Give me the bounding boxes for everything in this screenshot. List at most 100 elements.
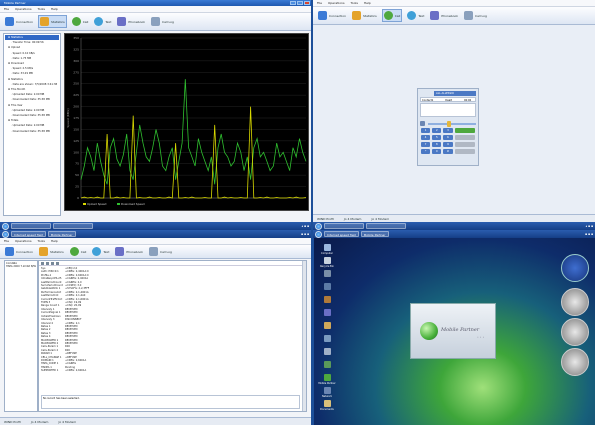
text-button[interactable]: Text — [93, 16, 112, 27]
tree-leaf[interactable]: · Downloaded Data: 35.58 MB — [5, 129, 59, 134]
start-button[interactable] — [315, 222, 322, 230]
menu-file[interactable]: File — [4, 6, 9, 12]
taskbar-mobile-partner[interactable]: Mobile Partner — [360, 231, 389, 237]
dial-key-star[interactable]: * — [421, 149, 431, 154]
call-log-button[interactable]: Call Log — [463, 10, 488, 21]
desktop-icon[interactable] — [314, 296, 340, 304]
desktop-icon[interactable] — [314, 270, 340, 278]
dial-key-2[interactable]: 2 — [432, 128, 442, 133]
statistics-button[interactable]: Statistics — [37, 15, 67, 28]
desktop-icon[interactable] — [314, 309, 340, 317]
statistics-button[interactable]: Statistics — [351, 10, 378, 21]
dial-key-7[interactable]: 7 — [421, 142, 431, 147]
desktop-icon[interactable] — [314, 283, 340, 291]
desktop-icon[interactable]: Documents — [314, 400, 340, 411]
connection-button[interactable]: Connection — [4, 246, 34, 257]
maximize-button[interactable] — [297, 1, 303, 5]
start-button[interactable] — [2, 230, 9, 238]
call-log-label: Call Log — [162, 19, 174, 24]
dial-key-8[interactable]: 8 — [432, 142, 442, 147]
call-list-row[interactable]: Contact1 Dealt 00:00 — [420, 97, 476, 102]
taskbar-button[interactable] — [324, 223, 364, 229]
tool-icon[interactable] — [51, 261, 54, 265]
tool-icon[interactable] — [56, 261, 59, 265]
phonebook-button[interactable]: Phonebook — [116, 16, 146, 27]
volume-slider[interactable] — [428, 120, 476, 127]
taskbar-speed-test[interactable]: Internet speed Test — [11, 231, 46, 237]
call-list-body — [420, 103, 476, 117]
connection-button[interactable]: Connection — [4, 16, 34, 27]
system-tray: ◂ ▪ ▪ — [301, 224, 309, 228]
memory-meter-gadget[interactable] — [561, 318, 589, 346]
device-list-item[interactable]: HSPA 2000 7.2mbit B/W/2014 — [6, 265, 36, 268]
dial-key-5[interactable]: 5 — [432, 135, 442, 140]
message-icon — [94, 17, 104, 26]
menu-operations[interactable]: Operations — [328, 0, 345, 6]
menu-help[interactable]: Help — [51, 238, 58, 244]
cpu-meter-gadget[interactable] — [561, 288, 589, 316]
menu-tools[interactable]: Tools — [38, 6, 45, 12]
start-button[interactable] — [315, 230, 322, 238]
dial-key-hash[interactable]: # — [443, 149, 453, 154]
dial-key-3[interactable]: 3 — [443, 128, 453, 133]
call-button[interactable]: Call — [69, 246, 88, 257]
taskbar-speed-test[interactable]: Internet speed Test — [324, 231, 359, 237]
dial-key-9[interactable]: 9 — [443, 142, 453, 147]
volume-thumb[interactable] — [447, 120, 452, 127]
minimize-button[interactable] — [290, 1, 296, 5]
connection-button[interactable]: Connection — [317, 10, 347, 21]
device-list[interactable]: ComANA HSPA 2000 7.2mbit B/W/2014 — [4, 260, 38, 412]
dial-action-button[interactable] — [454, 142, 475, 147]
tool-icon[interactable] — [46, 261, 49, 265]
desktop-icon[interactable]: Network — [314, 387, 340, 398]
menu-operations[interactable]: Operations — [15, 238, 32, 244]
statistics-button[interactable]: Statistics — [38, 246, 65, 257]
phonebook-button[interactable]: Phonebook — [114, 246, 144, 257]
dial-action-button[interactable] — [454, 135, 475, 140]
desktop-icon[interactable] — [314, 335, 340, 343]
desktop-icon[interactable] — [314, 322, 340, 330]
network-meter-gadget[interactable] — [561, 348, 589, 376]
start-button[interactable] — [2, 222, 9, 230]
text-button[interactable]: Text — [406, 10, 425, 21]
statistics-tree[interactable]: ⊟ Statistics · Transfer Time: 00:09:56 ⊟ U… — [3, 33, 61, 216]
taskbar: Internet speed Test Mobile Partner ▪ ▪ ▪ — [0, 230, 311, 238]
application-icon — [323, 270, 331, 277]
taskbar-button[interactable] — [11, 223, 51, 229]
desktop-icon[interactable]: Mobile Partner — [314, 374, 340, 385]
desktop-icon-label: Computer — [321, 252, 333, 255]
dial-action-button[interactable] — [454, 149, 475, 154]
tool-icon[interactable] — [41, 261, 44, 265]
desktop-icon[interactable]: Recycle Bin — [314, 257, 340, 268]
log-scrollbar[interactable] — [302, 261, 306, 411]
dial-key-4[interactable]: 4 — [421, 135, 431, 140]
menu-operations[interactable]: Operations — [15, 6, 32, 12]
dial-action-button[interactable] — [454, 128, 475, 133]
menu-tools[interactable]: Tools — [351, 0, 358, 6]
statistics-icon — [351, 11, 361, 20]
call-button[interactable]: Call — [71, 16, 90, 27]
menu-tools[interactable]: Tools — [38, 238, 45, 244]
connection-icon — [318, 11, 327, 20]
menu-file[interactable]: File — [317, 0, 322, 6]
dial-key-6[interactable]: 6 — [443, 135, 453, 140]
desktop-icon[interactable] — [314, 361, 340, 369]
desktop-icon[interactable]: Computer — [314, 244, 340, 255]
taskbar-button[interactable] — [366, 223, 406, 229]
dial-key-1[interactable]: 1 — [421, 128, 431, 133]
menu-file[interactable]: File — [4, 238, 9, 244]
taskbar-mobile-partner[interactable]: Mobile Partner — [47, 231, 76, 237]
desktop-icon[interactable] — [314, 348, 340, 356]
call-log-button[interactable]: Call Log — [148, 246, 173, 257]
log-row[interactable]: SUPPORTED 1 +CREG: 2,6001A — [41, 369, 300, 372]
menu-help[interactable]: Help — [51, 6, 58, 12]
taskbar-button[interactable] — [53, 223, 93, 229]
menu-help[interactable]: Help — [364, 0, 371, 6]
call-button[interactable]: Call — [381, 9, 403, 22]
dial-key-0[interactable]: 0 — [432, 149, 442, 154]
call-log-button[interactable]: Call Log — [150, 16, 175, 27]
clock-gadget[interactable] — [561, 254, 589, 282]
close-button[interactable] — [304, 1, 310, 5]
text-button[interactable]: Text — [91, 246, 110, 257]
phonebook-button[interactable]: Phonebook — [429, 10, 459, 21]
